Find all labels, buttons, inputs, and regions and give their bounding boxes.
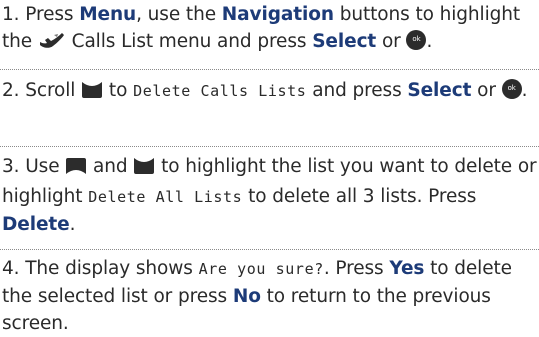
delete-key-label: Delete: [2, 214, 70, 235]
step-text: Scroll: [19, 80, 82, 101]
step-text: or: [376, 31, 407, 52]
step-text: .: [426, 31, 433, 52]
step-2: 2. Scroll to Delete Calls Lists and pres…: [2, 77, 537, 107]
menu-option-text: Delete Calls Lists: [133, 82, 307, 100]
step-number: 4.: [2, 258, 20, 279]
instruction-page: 1. Press Menu, use the Navigation button…: [0, 0, 539, 335]
step-text: or: [471, 80, 502, 101]
step-text: .: [521, 80, 528, 101]
divider: [0, 249, 539, 250]
step-4: 4. The display shows Are you sure?. Pres…: [2, 255, 537, 337]
no-key-label: No: [232, 286, 261, 307]
select-key-label: Select: [312, 31, 377, 52]
navigation-key-label: Navigation: [221, 4, 334, 25]
nav-down-icon: [81, 80, 103, 107]
select-key-label: Select: [407, 80, 472, 101]
ok-button-icon: [406, 30, 427, 50]
yes-key-label: Yes: [389, 258, 425, 279]
nav-up-icon: [65, 156, 87, 183]
step-text: . Press: [323, 258, 390, 279]
calls-list-icon: [38, 31, 66, 58]
menu-key-label: Menu: [79, 4, 137, 25]
step-text: .: [69, 214, 76, 235]
step-text: Use: [19, 156, 66, 177]
step-3: 3. Use and to highlight the list you wan…: [2, 153, 537, 238]
step-text: to delete all 3 lists. Press: [242, 186, 477, 207]
step-text: and press: [306, 80, 408, 101]
divider: [0, 146, 539, 147]
step-text: Press: [19, 4, 80, 25]
divider: [0, 69, 539, 70]
step-text: , use the: [136, 4, 222, 25]
step-number: 3.: [2, 156, 20, 177]
step-text: The display shows: [19, 258, 199, 279]
step-1: 1. Press Menu, use the Navigation button…: [2, 1, 537, 58]
nav-down-icon: [133, 156, 155, 183]
step-text: to: [103, 80, 134, 101]
ok-button-icon: [501, 79, 522, 99]
step-number: 1.: [2, 4, 20, 25]
display-message-text: Are you sure?: [198, 260, 324, 278]
step-number: 2.: [2, 80, 20, 101]
step-text: Calls List menu and press: [65, 31, 313, 52]
step-text: and: [87, 156, 134, 177]
menu-option-text: Delete All Lists: [88, 188, 243, 206]
